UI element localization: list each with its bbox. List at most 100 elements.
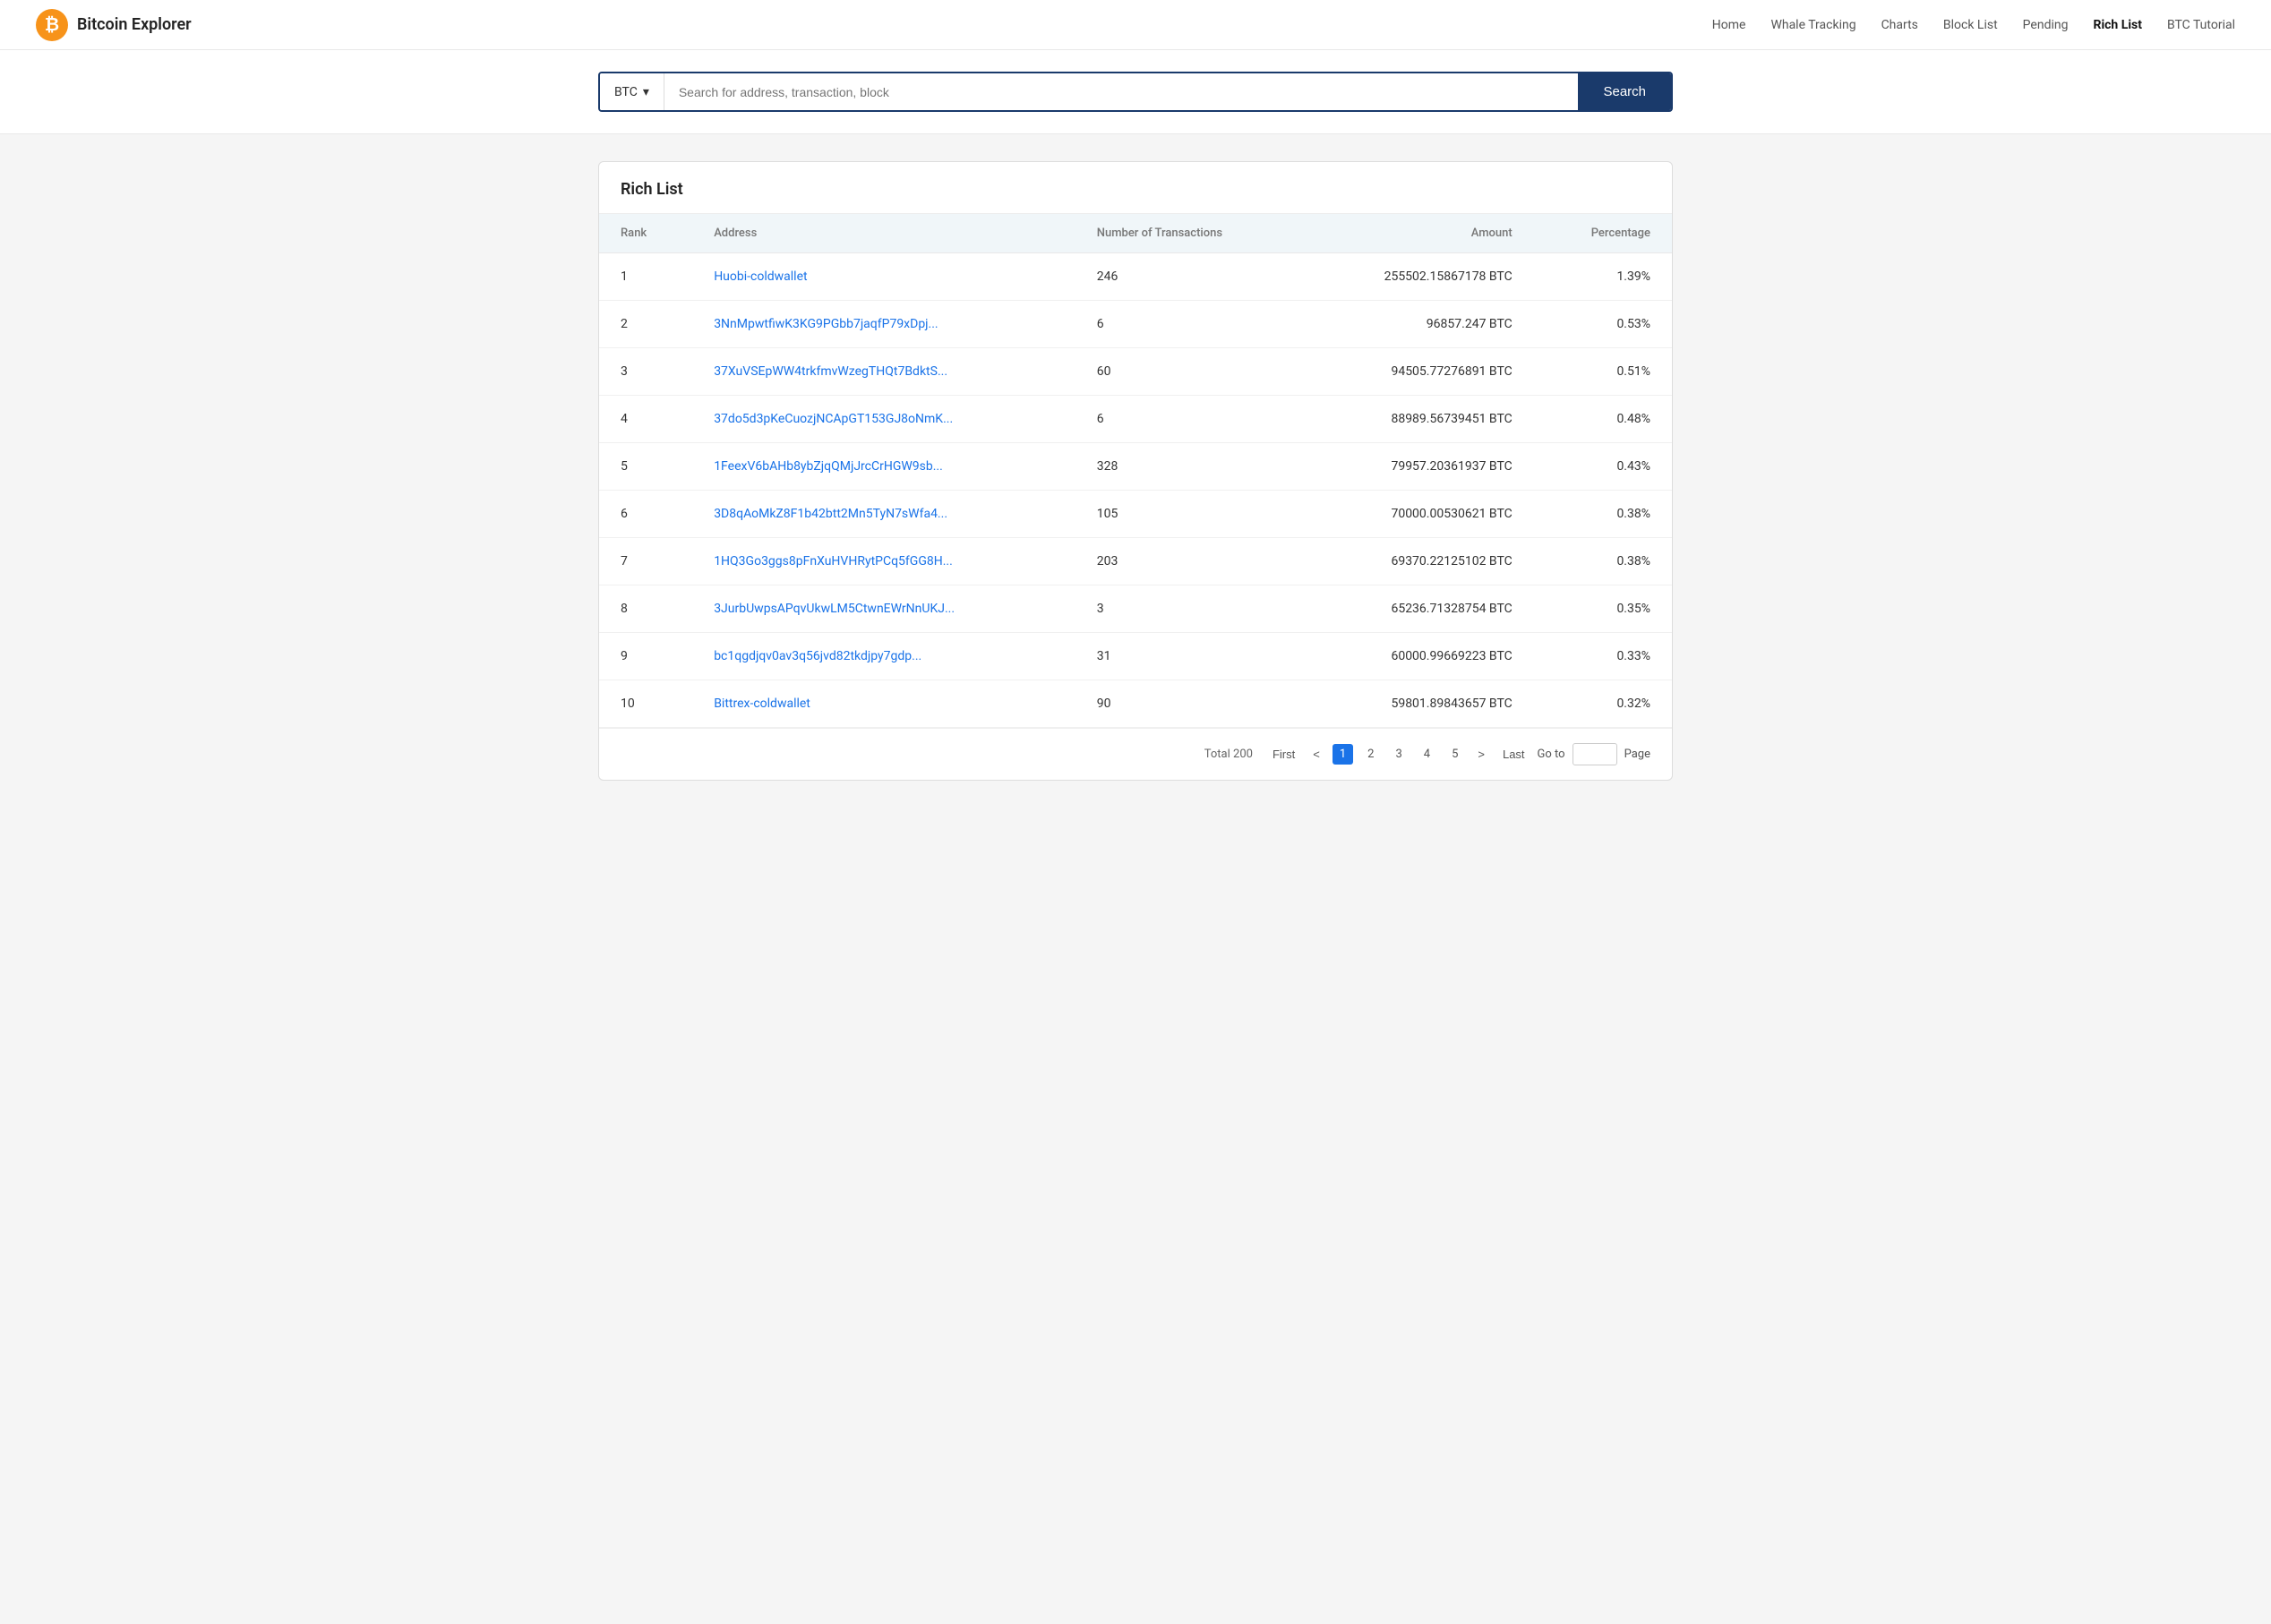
address-link[interactable]: 3NnMpwtfiwK3KG9PGbb7jaqfP79xDpj... [714,317,938,331]
col-rank: Rank [599,214,692,253]
cell-txns: 6 [1076,396,1303,443]
cell-address: 3D8qAoMkZ8F1b42btt2Mn5TyN7sWfa4... [692,491,1076,538]
table-row: 8 3JurbUwpsAPqvUkwLM5CtwnEWrNnUKJ... 3 6… [599,585,1672,633]
cell-percentage: 0.38% [1534,538,1672,585]
navbar: ₿ Bitcoin Explorer Home Whale Tracking C… [0,0,2271,50]
cell-amount: 94505.77276891 BTC [1303,348,1534,396]
cell-address: Huobi-coldwallet [692,253,1076,301]
address-link[interactable]: Huobi-coldwallet [714,269,807,284]
prev-page-button[interactable]: < [1307,744,1325,765]
card-header: Rich List [599,162,1672,214]
cell-amount: 59801.89843657 BTC [1303,680,1534,728]
currency-dropdown[interactable]: BTC ▾ [600,73,664,110]
cell-txns: 90 [1076,680,1303,728]
cell-address: 1FeexV6bAHb8ybZjqQMjJrcCrHGW9sb... [692,443,1076,491]
address-link[interactable]: bc1qgdjqv0av3q56jvd82tkdjpy7gdp... [714,649,921,663]
search-section: BTC ▾ Search [0,50,2271,134]
main-content: Rich List Rank Address Number of Transac… [580,161,1691,781]
cell-amount: 70000.00530621 BTC [1303,491,1534,538]
cell-address: bc1qgdjqv0av3q56jvd82tkdjpy7gdp... [692,633,1076,680]
cell-amount: 96857.247 BTC [1303,301,1534,348]
page-2[interactable]: 2 [1360,744,1381,765]
brand-logo[interactable]: ₿ Bitcoin Explorer [36,9,192,41]
nav-whale-tracking[interactable]: Whale Tracking [1770,18,1855,32]
rich-list-card: Rich List Rank Address Number of Transac… [598,161,1673,781]
last-page-button[interactable]: Last [1497,744,1530,765]
table-row: 3 37XuVSEpWW4trkfmvWzegTHQt7BdktS... 60 … [599,348,1672,396]
brand-name: Bitcoin Explorer [77,15,192,34]
page-4[interactable]: 4 [1417,744,1437,765]
first-page-button[interactable]: First [1267,744,1300,765]
cell-txns: 246 [1076,253,1303,301]
cell-rank: 3 [599,348,692,396]
address-link[interactable]: 1HQ3Go3ggs8pFnXuHVHRytPCq5fGG8H... [714,554,953,568]
search-input[interactable] [664,73,1579,110]
cell-percentage: 0.35% [1534,585,1672,633]
nav-links: Home Whale Tracking Charts Block List Pe… [1712,18,2235,32]
nav-charts[interactable]: Charts [1881,18,1918,32]
cell-rank: 8 [599,585,692,633]
svg-text:₿: ₿ [45,15,59,35]
cell-amount: 69370.22125102 BTC [1303,538,1534,585]
cell-rank: 6 [599,491,692,538]
cell-percentage: 0.53% [1534,301,1672,348]
address-link[interactable]: 3JurbUwpsAPqvUkwLM5CtwnEWrNnUKJ... [714,602,955,616]
cell-txns: 31 [1076,633,1303,680]
address-link[interactable]: 3D8qAoMkZ8F1b42btt2Mn5TyN7sWfa4... [714,507,947,521]
page-5[interactable]: 5 [1444,744,1465,765]
cell-amount: 88989.56739451 BTC [1303,396,1534,443]
cell-percentage: 0.33% [1534,633,1672,680]
nav-btc-tutorial[interactable]: BTC Tutorial [2167,18,2235,32]
cell-txns: 6 [1076,301,1303,348]
col-txns: Number of Transactions [1076,214,1303,253]
cell-amount: 79957.20361937 BTC [1303,443,1534,491]
cell-amount: 60000.99669223 BTC [1303,633,1534,680]
table-header: Rank Address Number of Transactions Amou… [599,214,1672,253]
cell-amount: 255502.15867178 BTC [1303,253,1534,301]
page-1[interactable]: 1 [1333,744,1353,765]
cell-txns: 105 [1076,491,1303,538]
cell-rank: 4 [599,396,692,443]
col-address: Address [692,214,1076,253]
address-link[interactable]: 37XuVSEpWW4trkfmvWzegTHQt7BdktS... [714,364,947,379]
cell-percentage: 0.32% [1534,680,1672,728]
card-title: Rich List [621,180,1650,199]
next-page-button[interactable]: > [1472,744,1490,765]
page-label: Page [1624,748,1650,761]
rich-table: Rank Address Number of Transactions Amou… [599,214,1672,728]
nav-pending[interactable]: Pending [2023,18,2069,32]
address-link[interactable]: Bittrex-coldwallet [714,697,810,711]
pagination: Total 200 First < 1 2 3 4 5 > Last Go to… [599,728,1672,780]
cell-amount: 65236.71328754 BTC [1303,585,1534,633]
goto-input[interactable] [1573,743,1617,765]
cell-txns: 60 [1076,348,1303,396]
cell-rank: 5 [599,443,692,491]
cell-percentage: 0.48% [1534,396,1672,443]
nav-home[interactable]: Home [1712,18,1746,32]
search-button[interactable]: Search [1578,73,1671,110]
table-row: 1 Huobi-coldwallet 246 255502.15867178 B… [599,253,1672,301]
col-amount: Amount [1303,214,1534,253]
cell-address: 3NnMpwtfiwK3KG9PGbb7jaqfP79xDpj... [692,301,1076,348]
cell-percentage: 0.38% [1534,491,1672,538]
cell-address: 1HQ3Go3ggs8pFnXuHVHRytPCq5fGG8H... [692,538,1076,585]
nav-rich-list[interactable]: Rich List [2093,18,2142,32]
goto-label: Go to [1538,748,1565,761]
table-row: 10 Bittrex-coldwallet 90 59801.89843657 … [599,680,1672,728]
col-percentage: Percentage [1534,214,1672,253]
address-link[interactable]: 37do5d3pKeCuozjNCApGT153GJ8oNmK... [714,412,953,426]
table-row: 9 bc1qgdjqv0av3q56jvd82tkdjpy7gdp... 31 … [599,633,1672,680]
cell-txns: 203 [1076,538,1303,585]
nav-block-list[interactable]: Block List [1943,18,1998,32]
table-row: 5 1FeexV6bAHb8ybZjqQMjJrcCrHGW9sb... 328… [599,443,1672,491]
table-body: 1 Huobi-coldwallet 246 255502.15867178 B… [599,253,1672,728]
address-link[interactable]: 1FeexV6bAHb8ybZjqQMjJrcCrHGW9sb... [714,459,943,474]
cell-txns: 3 [1076,585,1303,633]
cell-rank: 10 [599,680,692,728]
page-3[interactable]: 3 [1388,744,1409,765]
cell-rank: 2 [599,301,692,348]
table-row: 4 37do5d3pKeCuozjNCApGT153GJ8oNmK... 6 8… [599,396,1672,443]
cell-percentage: 0.43% [1534,443,1672,491]
total-label: Total 200 [1204,748,1253,761]
dropdown-arrow-icon: ▾ [643,85,649,99]
